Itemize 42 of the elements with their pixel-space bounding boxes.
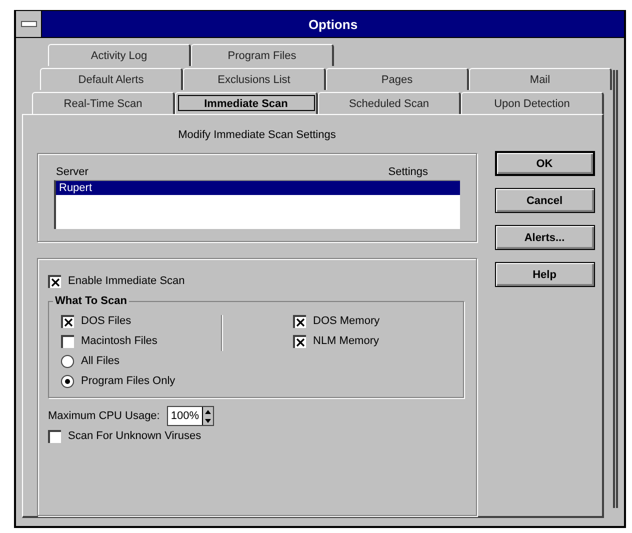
tab[interactable]: Activity Log bbox=[48, 44, 191, 66]
down-arrow-icon[interactable] bbox=[205, 418, 211, 422]
checkbox-label: NLM Memory bbox=[313, 335, 380, 347]
system-menu-button[interactable] bbox=[16, 11, 42, 37]
dialog-button[interactable]: Alerts... bbox=[494, 225, 594, 250]
checkbox[interactable] bbox=[293, 334, 306, 348]
tab[interactable]: Default Alerts bbox=[40, 68, 183, 90]
radio-label: All Files bbox=[81, 355, 120, 367]
dialog-button[interactable]: OK bbox=[494, 151, 594, 176]
checkbox[interactable] bbox=[61, 314, 74, 328]
checkbox-label: DOS Files bbox=[81, 315, 132, 327]
section-heading: Modify Immediate Scan Settings bbox=[177, 128, 337, 143]
tab[interactable]: Upon Detection bbox=[461, 92, 604, 114]
checkbox[interactable] bbox=[48, 274, 61, 288]
radio-label: Program Files Only bbox=[81, 375, 176, 387]
dialog-button[interactable]: Cancel bbox=[494, 188, 594, 213]
checkbox-label: Macintosh Files bbox=[81, 335, 158, 347]
checkbox[interactable] bbox=[61, 334, 74, 348]
column-header: Server bbox=[56, 166, 88, 178]
group-title: What To Scan bbox=[54, 295, 128, 307]
server-row[interactable]: Rupert bbox=[56, 181, 460, 195]
column-header: Settings bbox=[388, 166, 428, 178]
tab[interactable]: Immediate Scan bbox=[175, 92, 318, 114]
tab[interactable]: Scheduled Scan bbox=[318, 92, 461, 114]
checkbox-label: Enable Immediate Scan bbox=[68, 275, 185, 287]
checkbox[interactable] bbox=[48, 430, 61, 442]
tab[interactable]: Real-Time Scan bbox=[32, 92, 175, 114]
server-list[interactable]: Rupert bbox=[54, 180, 460, 229]
checkbox-label: Scan For Unknown Viruses bbox=[68, 430, 202, 442]
checkbox[interactable] bbox=[293, 314, 306, 328]
checkbox-label: DOS Memory bbox=[313, 315, 380, 327]
cpu-usage-label: Maximum CPU Usage: bbox=[48, 410, 160, 422]
up-arrow-icon[interactable] bbox=[205, 410, 211, 414]
cpu-usage-spinner[interactable]: 100% bbox=[166, 406, 214, 426]
radio-button[interactable] bbox=[61, 354, 74, 368]
tab[interactable]: Exclusions List bbox=[183, 68, 326, 90]
window-title: Options bbox=[307, 16, 359, 32]
dialog-button[interactable]: Help bbox=[494, 262, 594, 287]
tab[interactable]: Program Files bbox=[191, 44, 334, 66]
tab[interactable]: Mail bbox=[469, 68, 612, 90]
radio-button[interactable] bbox=[61, 374, 74, 388]
tab[interactable]: Pages bbox=[326, 68, 469, 90]
